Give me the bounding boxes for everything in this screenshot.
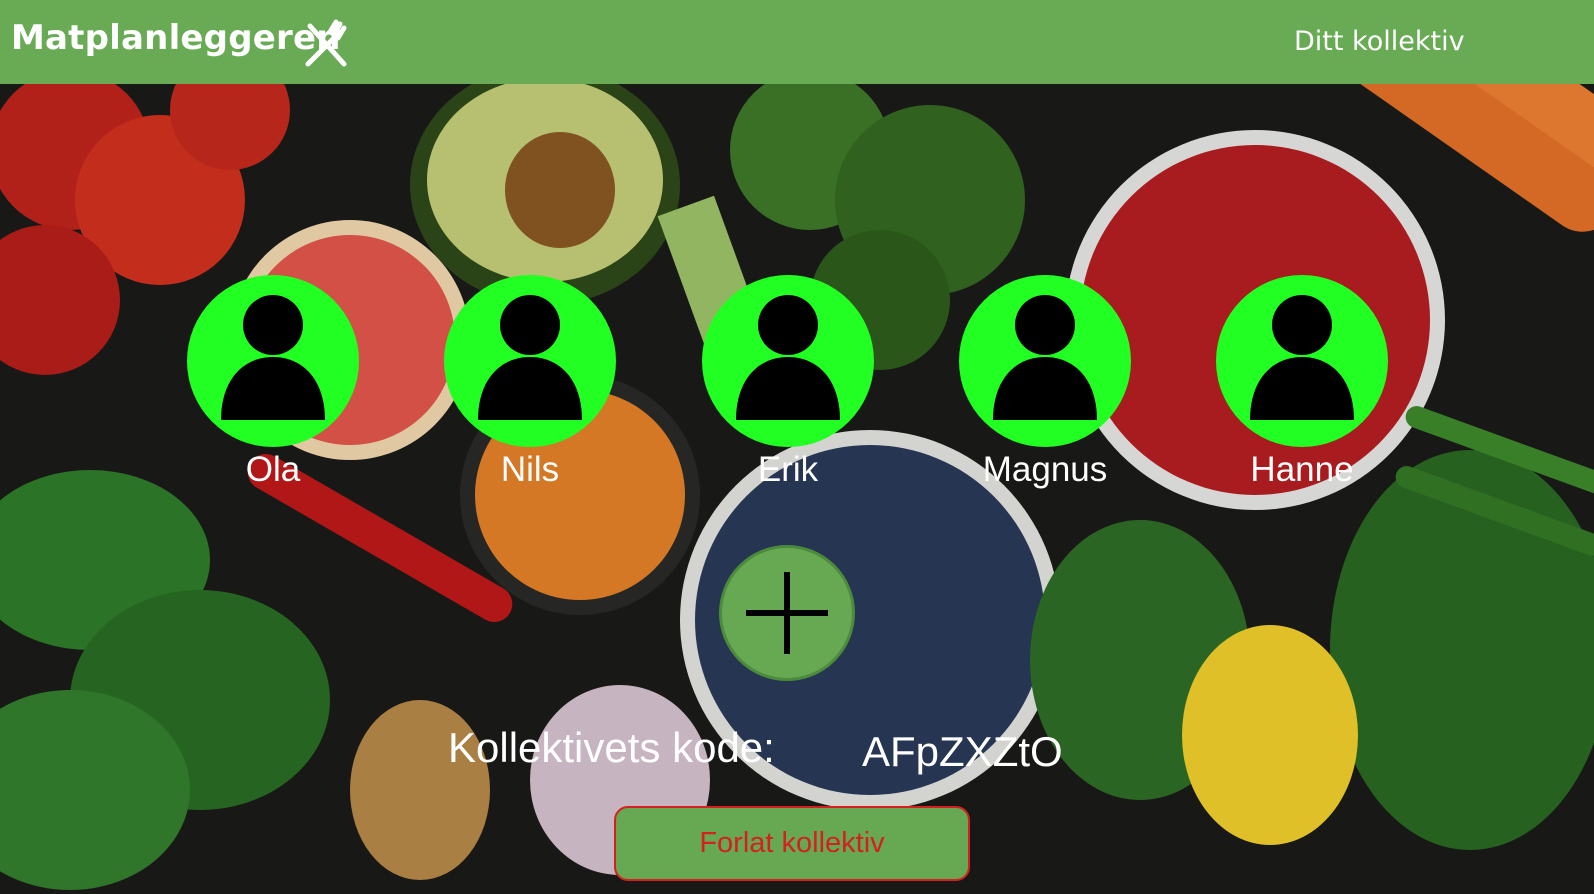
member-avatar[interactable] xyxy=(1216,275,1388,447)
collective-code-label: Kollektivets kode: xyxy=(448,724,775,771)
member-avatar[interactable] xyxy=(187,275,359,447)
app-title[interactable]: Matplanleggeren xyxy=(11,18,341,58)
member-name: Magnus xyxy=(982,450,1108,489)
user-icon xyxy=(1250,295,1354,420)
member-card: Nils xyxy=(444,275,616,495)
user-icon xyxy=(736,295,840,420)
add-member-button[interactable] xyxy=(719,545,855,681)
member-name: Erik xyxy=(757,450,819,489)
leave-collective-button[interactable]: Forlat kollektiv xyxy=(614,806,970,881)
user-icon xyxy=(221,295,325,420)
member-card: Ola xyxy=(187,275,359,495)
collective-code-value: AFpZXZtO xyxy=(862,728,1063,775)
member-name: Nils xyxy=(500,450,560,489)
user-icon xyxy=(993,295,1097,420)
member-card: Erik xyxy=(702,275,874,495)
user-icon xyxy=(478,295,582,420)
member-avatar[interactable] xyxy=(702,275,874,447)
member-name: Ola xyxy=(245,450,301,489)
top-bar: Matplanleggeren Ditt kollektiv xyxy=(0,0,1594,84)
plus-icon xyxy=(746,572,828,654)
member-card: Hanne xyxy=(1216,275,1388,495)
member-name: Hanne xyxy=(1250,450,1354,489)
member-avatar[interactable] xyxy=(444,275,616,447)
member-avatar[interactable] xyxy=(959,275,1131,447)
member-card: Magnus xyxy=(959,275,1131,495)
nav-link-ditt-kollektiv[interactable]: Ditt kollektiv xyxy=(1294,26,1465,57)
fork-knife-crossed-icon xyxy=(305,19,347,67)
